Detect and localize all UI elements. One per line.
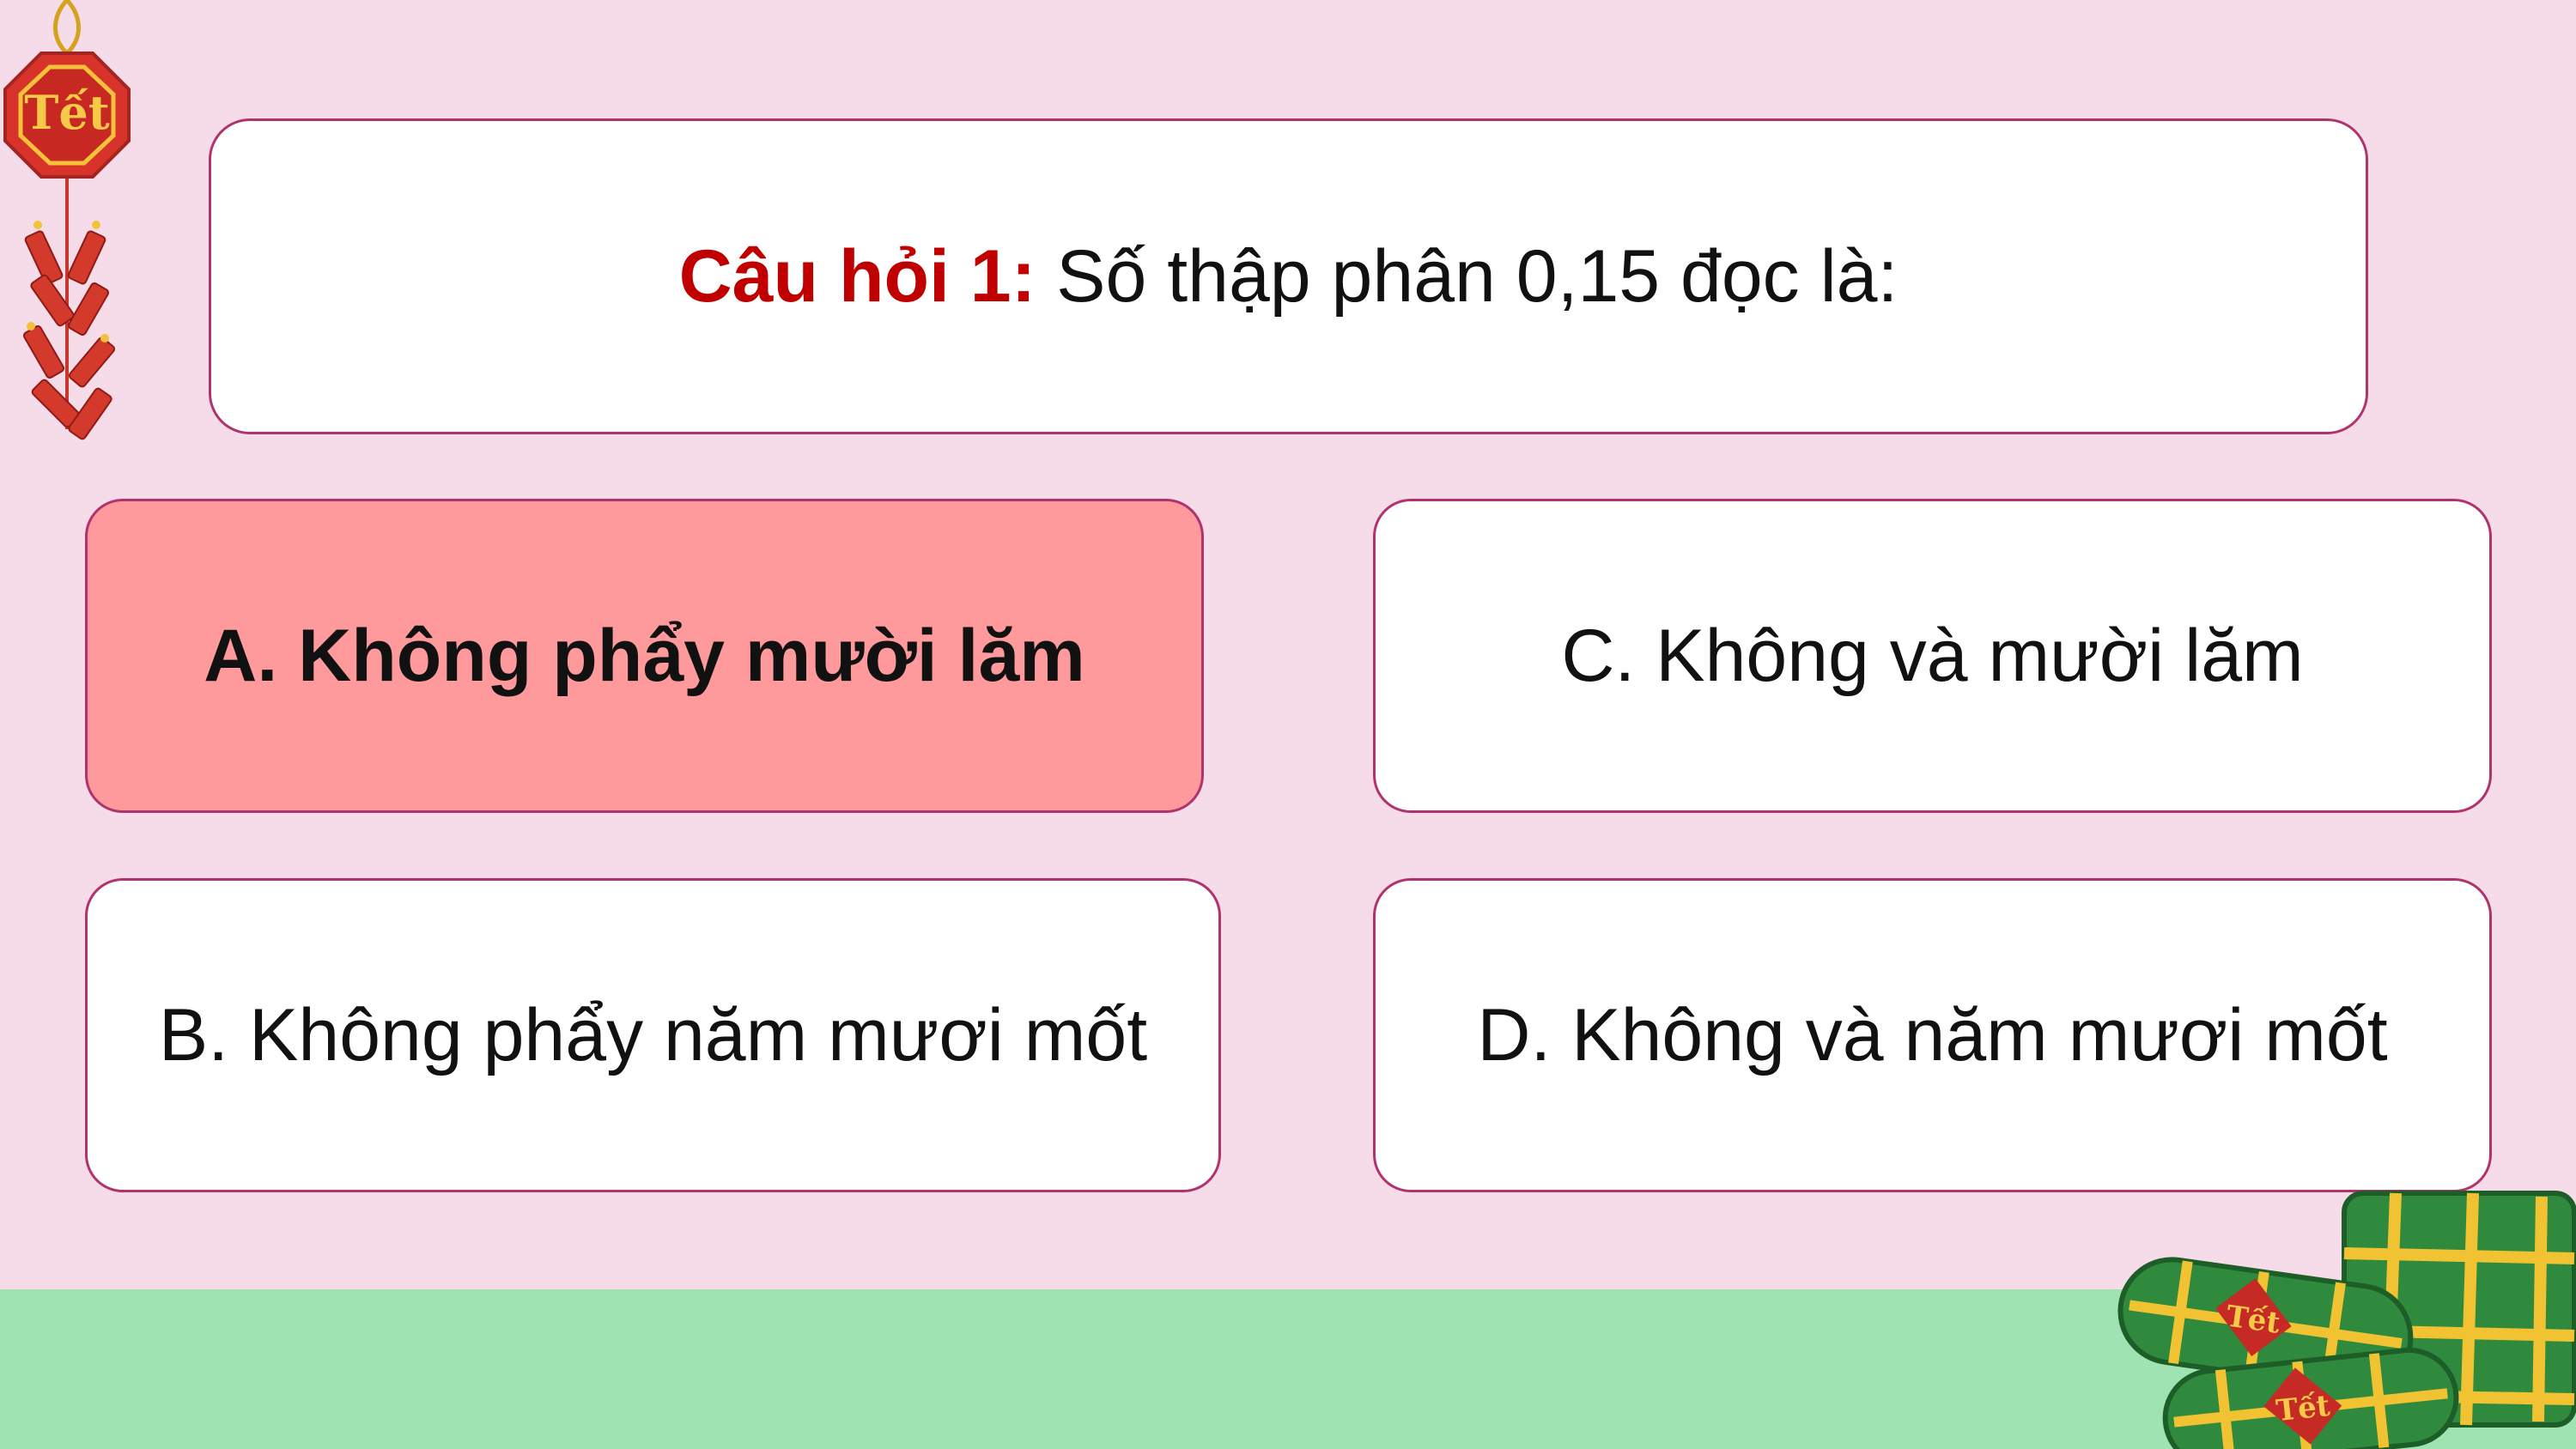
banhchung-label-2: Tết xyxy=(2275,1389,2332,1428)
question-number: Câu hỏi 1: xyxy=(678,234,1036,318)
question-text: Câu hỏi 1: Số thập phân 0,15 đọc là: xyxy=(679,234,1899,319)
banhchung-decoration: Tết Tết xyxy=(2117,1191,2576,1449)
answer-d-label: D. Không và năm mươi mốt xyxy=(1477,993,2388,1076)
question-body: Số thập phân 0,15 đọc là: xyxy=(1036,234,1899,318)
answer-c-button[interactable]: C. Không và mười lăm xyxy=(1373,499,2492,813)
answer-b-button[interactable]: B. Không phẩy năm mươi mốt xyxy=(85,878,1221,1192)
firecracker-badge-text: Tết xyxy=(24,85,110,140)
firecracker-decoration: Tết xyxy=(3,0,131,440)
answer-d-button[interactable]: D. Không và năm mươi mốt xyxy=(1373,878,2492,1192)
answer-b-label: B. Không phẩy năm mươi mốt xyxy=(158,993,1148,1076)
answer-a-button[interactable]: A. Không phẩy mười lăm xyxy=(85,499,1204,813)
answer-c-label: C. Không và mười lăm xyxy=(1561,614,2304,697)
answer-a-label: A. Không phẩy mười lăm xyxy=(204,614,1085,697)
question-card: Câu hỏi 1: Số thập phân 0,15 đọc là: xyxy=(209,118,2368,434)
